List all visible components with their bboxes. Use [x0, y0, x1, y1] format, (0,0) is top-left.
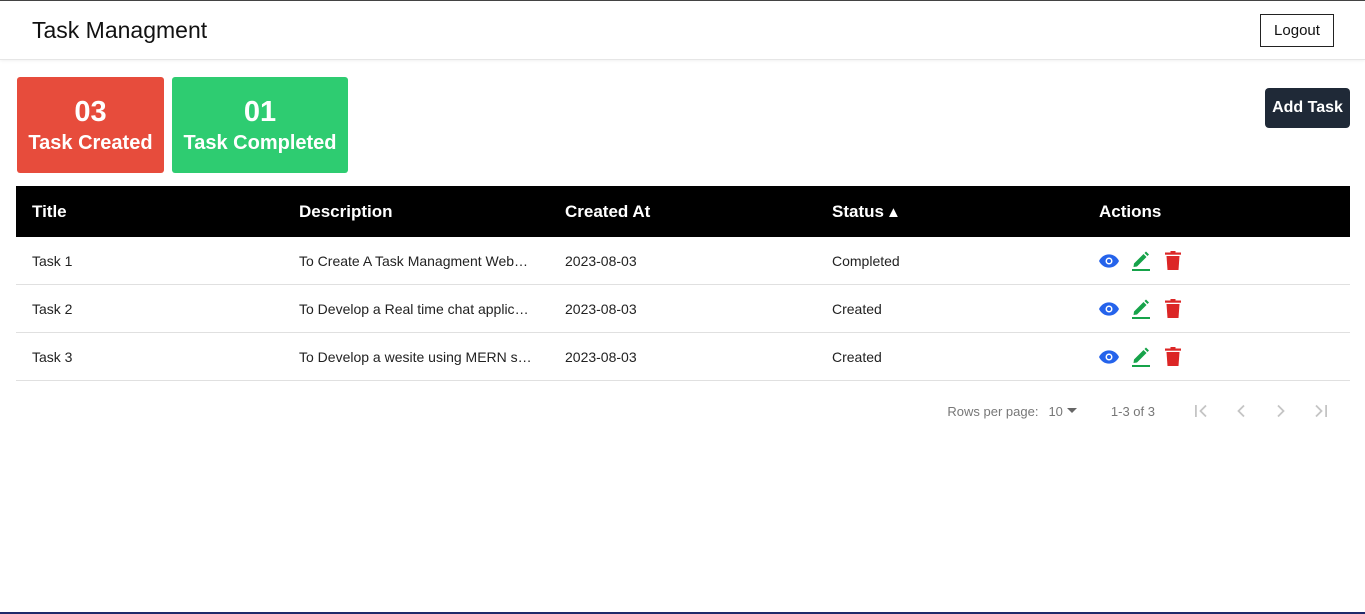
cell-description: To Develop a Real time chat application	[283, 301, 549, 317]
stat-completed-label: Task Completed	[183, 132, 337, 154]
cell-description: To Create A Task Managment Website	[283, 253, 549, 269]
header-title-label: Title	[32, 201, 67, 221]
caret-down-icon	[1066, 408, 1077, 413]
next-page-icon[interactable]	[1261, 396, 1301, 426]
last-page-icon[interactable]	[1301, 396, 1341, 426]
cell-actions	[1083, 251, 1350, 271]
header-created-at-label: Created At	[565, 201, 651, 221]
rows-per-page-select[interactable]: 10	[1048, 404, 1080, 419]
pencil-icon[interactable]	[1131, 299, 1151, 319]
table-header: Title Description Created At Status ▲ Act…	[16, 186, 1350, 237]
navbar: Task Managment Logout	[0, 1, 1365, 60]
cell-status: Completed	[832, 252, 900, 269]
table-row: Task 3 To Develop a wesite using MERN st…	[16, 333, 1350, 381]
description-text: To Develop a Real time chat application	[299, 300, 533, 317]
first-page-icon[interactable]	[1181, 396, 1221, 426]
stat-card-created: 03 Task Created	[17, 77, 164, 173]
table-row: Task 2 To Develop a Real time chat appli…	[16, 285, 1350, 333]
add-task-button[interactable]: Add Task	[1265, 88, 1350, 128]
cell-status: Created	[832, 348, 882, 365]
rows-per-page-value: 10	[1048, 403, 1063, 419]
cell-created-at: 2023-08-03	[565, 300, 637, 317]
cell-title: Task 1	[32, 252, 73, 269]
logout-button[interactable]: Logout	[1260, 14, 1334, 47]
prev-page-icon[interactable]	[1221, 396, 1261, 426]
pencil-icon[interactable]	[1131, 251, 1151, 271]
cell-title: Task 3	[32, 348, 73, 365]
cell-title: Task 2	[32, 300, 73, 317]
cell-description: To Develop a wesite using MERN stack	[283, 349, 549, 365]
stat-created-label: Task Created	[28, 132, 153, 154]
eye-icon[interactable]	[1099, 299, 1119, 319]
description-text: To Develop a wesite using MERN stack	[299, 348, 533, 365]
brand-title: Task Managment	[32, 17, 208, 43]
trash-icon[interactable]	[1163, 299, 1183, 319]
stat-completed-count: 01	[243, 96, 277, 128]
pencil-icon[interactable]	[1131, 347, 1151, 367]
header-description-label: Description	[299, 201, 393, 221]
tasks-table: Title Description Created At Status ▲ Act…	[16, 186, 1350, 381]
header-status[interactable]: Status ▲	[816, 202, 1083, 222]
page: Task Managment Logout 03 Task Created 01…	[0, 0, 1365, 614]
header-actions: Actions	[1083, 202, 1350, 222]
cell-status: Created	[832, 300, 882, 317]
cell-actions	[1083, 299, 1350, 319]
cell-created-at: 2023-08-03	[565, 252, 637, 269]
table-row: Task 1 To Create A Task Managment Websit…	[16, 237, 1350, 285]
header-actions-label: Actions	[1099, 201, 1162, 221]
header-description[interactable]: Description	[283, 202, 549, 222]
header-status-label: Status	[832, 201, 884, 221]
header-created-at[interactable]: Created At	[549, 202, 816, 222]
page-range: 1-3 of 3	[1110, 403, 1155, 419]
pagination: Rows per page: 10 1-3 of 3	[947, 394, 1341, 428]
eye-icon[interactable]	[1099, 347, 1119, 367]
stat-card-completed: 01 Task Completed	[172, 77, 348, 173]
trash-icon[interactable]	[1163, 251, 1183, 271]
description-text: To Create A Task Managment Website	[299, 252, 533, 269]
cell-created-at: 2023-08-03	[565, 348, 637, 365]
eye-icon[interactable]	[1099, 251, 1119, 271]
header-title[interactable]: Title	[16, 202, 283, 222]
cell-actions	[1083, 347, 1350, 367]
trash-icon[interactable]	[1163, 347, 1183, 367]
rows-per-page-label: Rows per page:	[947, 403, 1039, 419]
stat-created-count: 03	[74, 96, 107, 128]
sort-asc-icon: ▲	[885, 203, 901, 221]
